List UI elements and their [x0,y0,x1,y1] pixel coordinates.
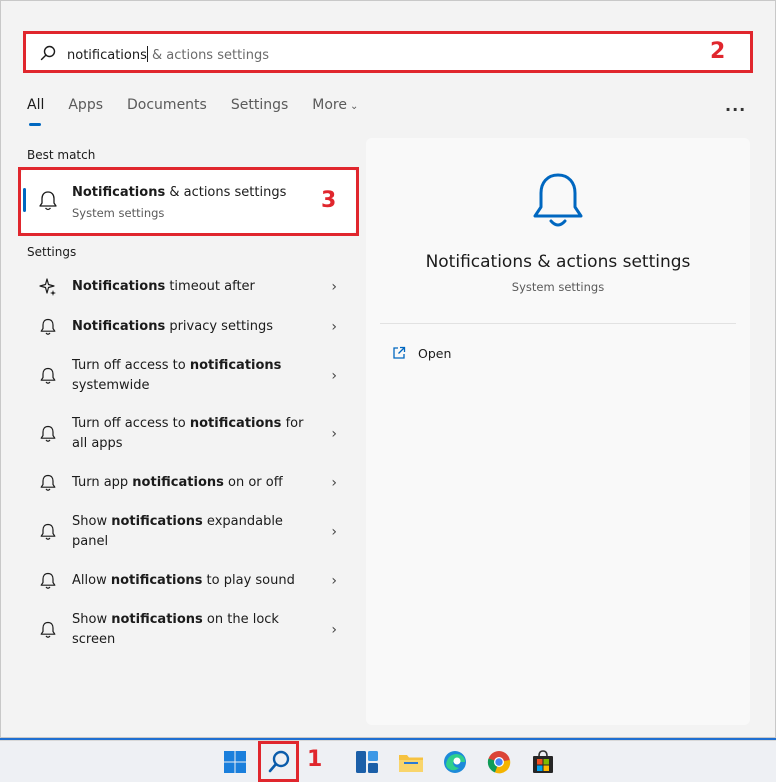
search-input[interactable]: notifications & actions settings [67,46,269,63]
preview-divider [380,323,736,324]
label-text: Turn app [72,475,133,490]
settings-result-label: Show notifications expandable panel [72,512,307,552]
settings-result-item[interactable]: Allow notifications to play sound › [21,559,351,603]
open-button[interactable]: Open [392,343,451,363]
chevron-right-icon: › [331,622,337,638]
label-text: systemwide [72,378,150,393]
taskbar: 1 [0,740,776,782]
best-match-title-rest: & actions settings [165,185,287,200]
tab-documents-label: Documents [127,97,207,113]
label-text: Show [72,612,112,627]
label-text: to play sound [202,573,295,588]
microsoft-store-icon[interactable] [530,749,556,775]
tab-more[interactable]: More ⌄ [312,97,358,121]
filter-tabs: All Apps Documents Settings More ⌄ [27,97,382,127]
chevron-right-icon: › [331,368,337,384]
settings-result-item[interactable]: Show notifications expandable panel › [21,501,351,563]
search-panel: notifications & actions settings 2 All A… [0,0,776,738]
best-match-label: Best match [27,148,96,162]
label-highlight: notifications [189,358,282,373]
search-autocomplete: & actions settings [147,48,270,63]
settings-result-label: Notifications privacy settings [72,317,307,337]
sparkle-icon [39,278,56,296]
tab-settings-label: Settings [230,97,289,113]
annotation-number-2: 2 [710,39,726,64]
tab-documents[interactable]: Documents [127,97,207,121]
label-highlight: notifications [110,573,203,588]
bell-icon [40,425,56,442]
windows-start-icon[interactable] [222,749,248,775]
settings-result-item[interactable]: Show notifications on the lock screen › [21,599,351,661]
best-match-result[interactable]: Notifications & actions settings System … [21,170,356,233]
widgets-icon[interactable] [354,749,380,775]
settings-result-item[interactable]: Notifications privacy settings › [21,305,351,349]
bell-icon [40,572,56,589]
settings-result-item[interactable]: Turn off access to notifications systemw… [21,345,351,407]
bell-icon [39,191,57,211]
label-text: timeout after [165,279,255,294]
label-text: on or off [223,475,283,490]
settings-result-item[interactable]: Turn off access to notifications for all… [21,403,351,465]
bell-icon [40,523,56,540]
annotation-number-1: 1 [307,747,323,772]
bell-icon [40,474,56,491]
search-icon [40,45,56,61]
settings-result-label: Allow notifications to play sound [72,571,307,591]
best-match-title: Notifications & actions settings [72,185,286,200]
label-highlight: Notifications [72,279,166,294]
bell-icon-large [533,173,583,227]
chevron-right-icon: › [331,279,337,295]
settings-result-label: Turn off access to notifications for all… [72,414,307,454]
search-box[interactable]: notifications & actions settings [25,34,751,72]
label-highlight: notifications [132,475,224,490]
file-explorer-icon[interactable] [398,749,424,775]
preview-title: Notifications & actions settings [425,252,691,272]
settings-result-label: Show notifications on the lock screen [72,610,307,650]
bell-icon [40,367,56,384]
preview-pane: Notifications & actions settings System … [366,138,750,725]
tab-all-label: All [27,97,45,113]
best-match-subtitle: System settings [72,206,165,220]
preview-subtitle: System settings [511,280,605,294]
tab-settings[interactable]: Settings [231,97,288,121]
more-options-button[interactable]: ... [725,96,746,115]
tab-apps-label: Apps [68,97,104,113]
open-label: Open [418,345,452,361]
taskbar-search-icon[interactable] [266,749,292,775]
annotation-number-3: 3 [321,188,337,213]
tab-all[interactable]: All [27,97,45,126]
label-text: privacy settings [165,319,274,334]
tab-apps[interactable]: Apps [68,97,103,121]
settings-result-label: Notifications timeout after [72,277,307,297]
chevron-right-icon: › [331,426,337,442]
chevron-down-icon: ⌄ [349,101,359,112]
settings-result-label: Turn app notifications on or off [72,473,307,493]
chevron-right-icon: › [331,475,337,491]
label-highlight: Notifications [72,319,166,334]
label-text: Turn off access to [72,358,190,373]
bell-icon [40,621,56,638]
chevron-right-icon: › [331,573,337,589]
chevron-right-icon: › [331,524,337,540]
chrome-browser-icon[interactable] [486,749,512,775]
chevron-right-icon: › [331,319,337,335]
label-highlight: notifications [189,416,282,431]
label-text: Turn off access to [72,416,190,431]
settings-result-item[interactable]: Turn app notifications on or off › [21,461,351,505]
settings-result-label: Turn off access to notifications systemw… [72,356,307,396]
edge-browser-icon[interactable] [442,749,468,775]
settings-section-label: Settings [27,245,77,259]
label-highlight: notifications [111,612,203,627]
label-text: Allow [72,573,111,588]
best-match-title-bold: Notifications [72,185,166,200]
label-highlight: notifications [111,514,203,529]
search-typed-text: notifications [67,48,147,63]
tab-more-label: More [312,97,347,113]
bell-icon [40,318,56,335]
open-external-icon [393,346,406,359]
settings-result-item[interactable]: Notifications timeout after › [21,265,351,309]
selection-indicator [23,188,26,212]
label-text: Show [72,514,112,529]
